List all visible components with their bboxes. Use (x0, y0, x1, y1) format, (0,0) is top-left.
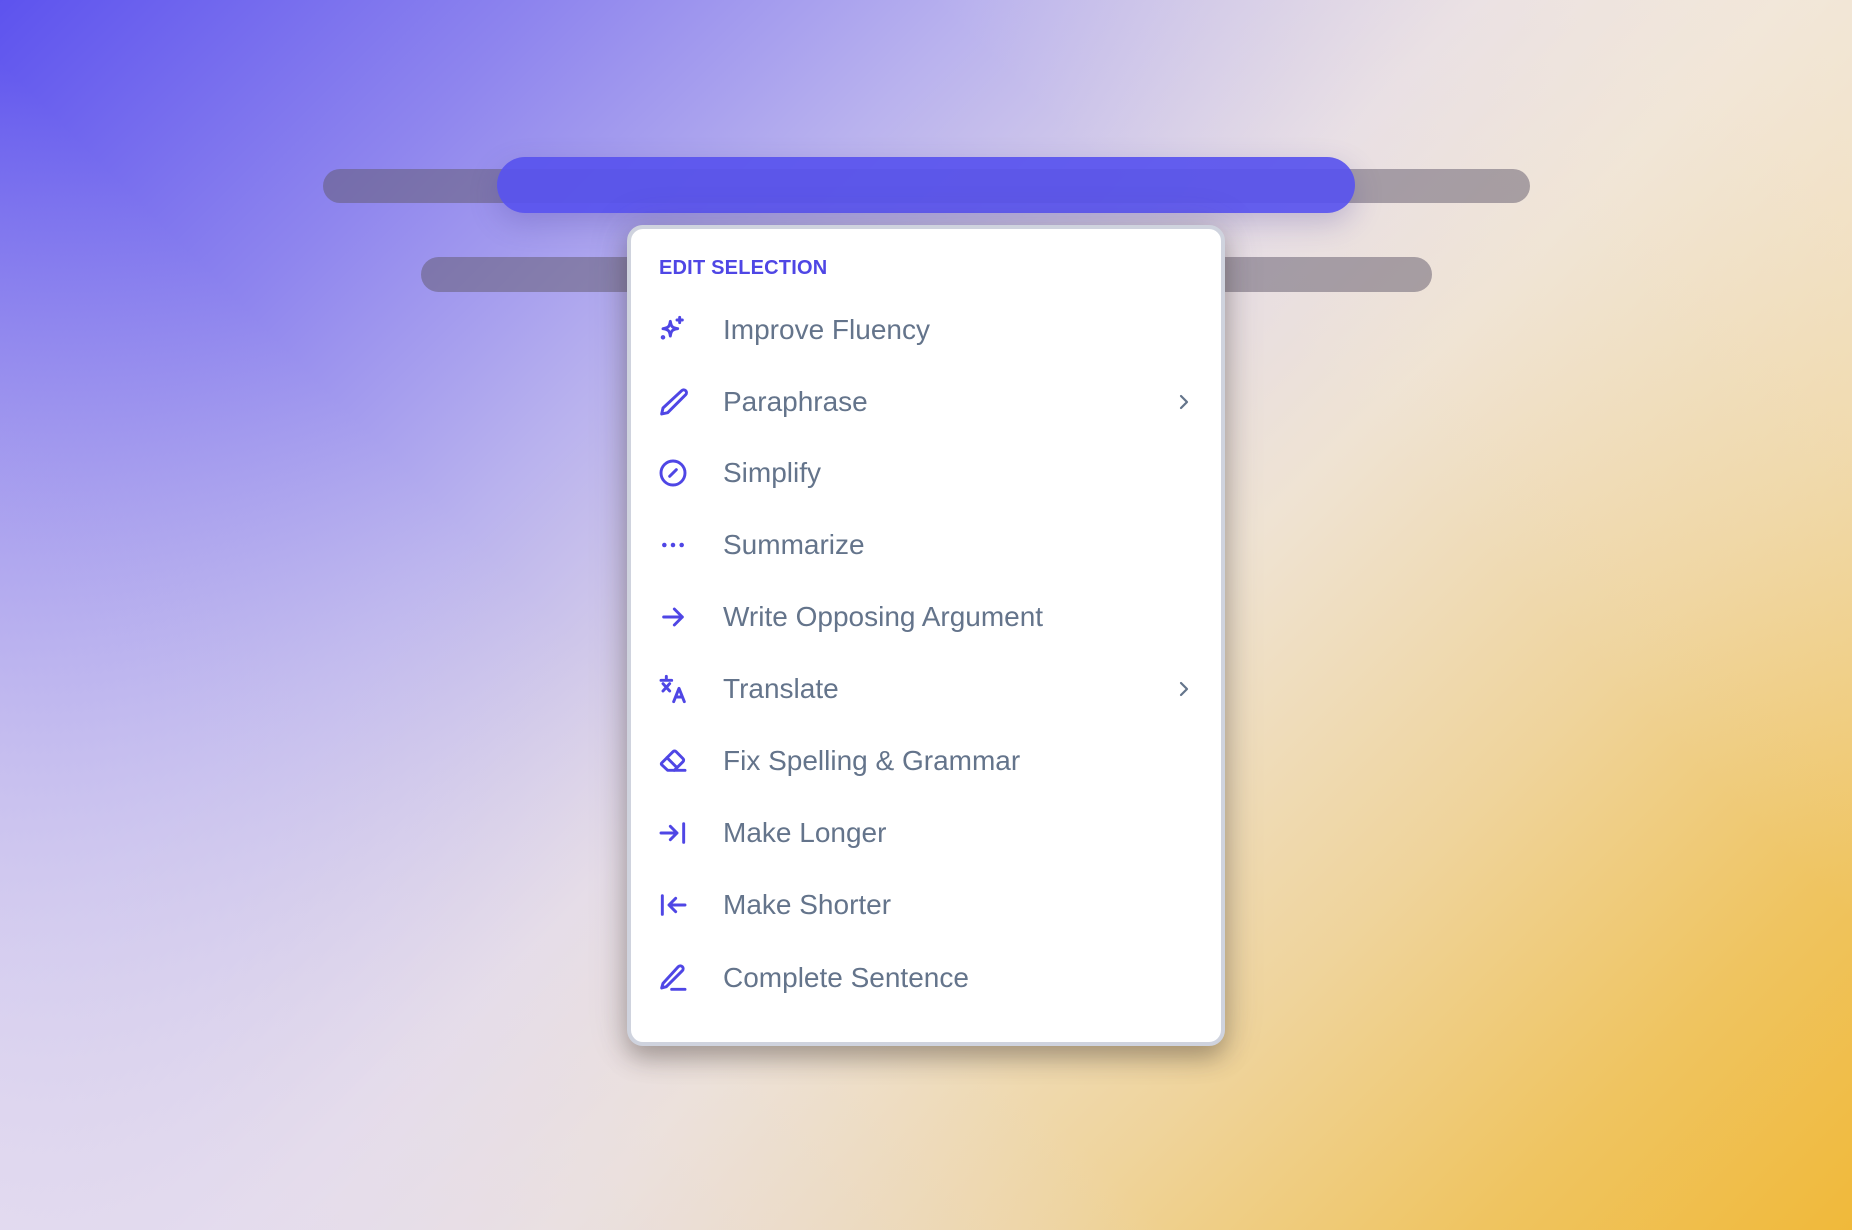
menu-item-label: Translate (723, 673, 839, 704)
menu-item-label: Paraphrase (723, 386, 868, 417)
arrow-right-to-line-icon (657, 817, 689, 849)
menu-item-simplify[interactable]: Simplify (631, 437, 1221, 509)
selected-text-highlight[interactable] (497, 157, 1355, 213)
menu-item-label: Make Shorter (723, 889, 892, 920)
menu-item-make-longer[interactable]: Make Longer (631, 797, 1221, 869)
pencil-icon (657, 386, 689, 418)
sparkles-icon (657, 314, 689, 346)
menu-item-paraphrase[interactable]: Paraphrase (631, 366, 1221, 438)
menu-item-label: Write Opposing Argument (723, 601, 1044, 632)
menu-item-make-shorter[interactable]: Make Shorter (631, 869, 1221, 941)
dots-horizontal-icon (657, 529, 689, 561)
menu-item-fix-spelling-grammar[interactable]: Fix Spelling & Grammar (631, 725, 1221, 797)
circle-slash-icon (657, 457, 689, 489)
menu-item-label: Make Longer (723, 817, 887, 848)
menu-item-summarize[interactable]: Summarize (631, 509, 1221, 581)
eraser-icon (657, 745, 689, 777)
menu-item-label: Summarize (723, 529, 865, 560)
menu-item-label: Simplify (723, 457, 822, 488)
menu-item-translate[interactable]: Translate (631, 653, 1221, 725)
menu-item-write-opposing-argument[interactable]: Write Opposing Argument (631, 581, 1221, 653)
edit-selection-menu: EDIT SELECTION Improve Fluency Paraphras… (627, 225, 1225, 1046)
chevron-right-icon (1179, 681, 1189, 697)
menu-item-improve-fluency[interactable]: Improve Fluency (631, 294, 1221, 366)
menu-header: EDIT SELECTION (659, 257, 828, 279)
menu-item-complete-sentence[interactable]: Complete Sentence (631, 942, 1221, 1014)
chevron-right-icon (1179, 394, 1189, 410)
arrow-right-icon (657, 601, 689, 633)
language-icon (657, 673, 689, 705)
menu-item-label: Improve Fluency (723, 314, 930, 345)
menu-item-label: Complete Sentence (723, 962, 969, 993)
menu-item-label: Fix Spelling & Grammar (723, 745, 1021, 776)
arrow-left-to-line-icon (657, 889, 689, 921)
pencil-line-icon (657, 962, 689, 994)
